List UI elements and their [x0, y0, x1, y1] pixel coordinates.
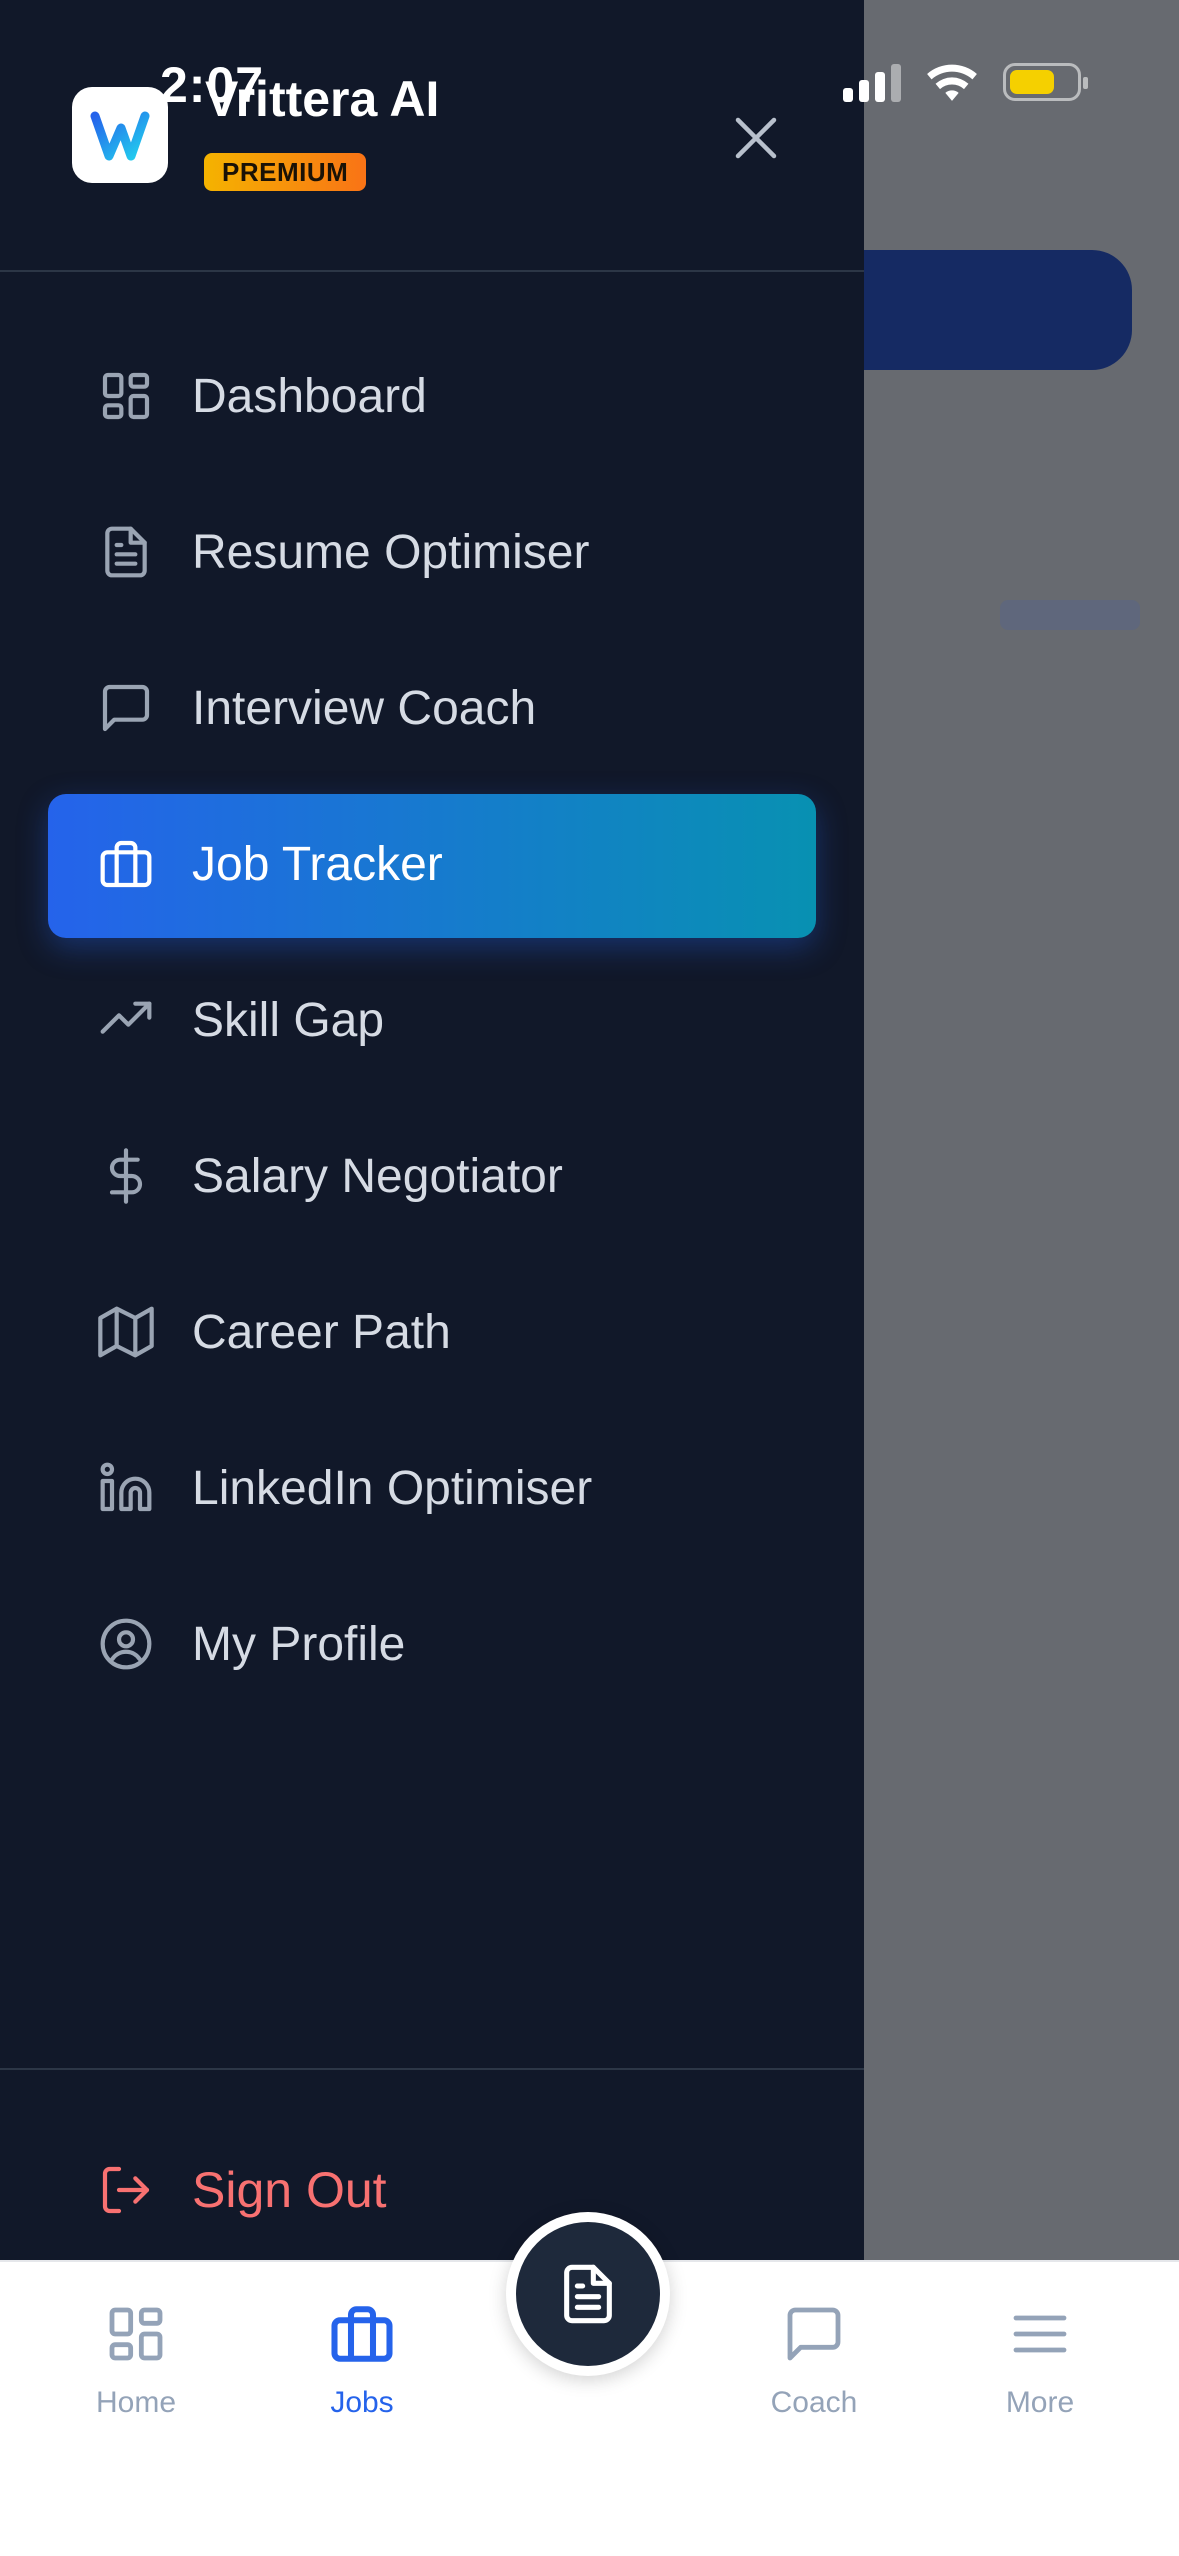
tab-label: Jobs [330, 2386, 394, 2419]
menu-item-label: Interview Coach [192, 681, 537, 735]
dollar-icon [96, 1146, 156, 1206]
navigation-drawer: Vrittera AI PREMIUM Dashboard Resume Opt… [0, 0, 864, 2260]
resume-fab-button[interactable] [506, 2212, 670, 2376]
menu-item-label: LinkedIn Optimiser [192, 1461, 593, 1515]
footer-divider [0, 2068, 864, 2070]
menu-item-skill-gap[interactable]: Skill Gap [0, 942, 864, 1098]
app-logo-icon [72, 87, 168, 183]
tab-label: Coach [770, 2386, 858, 2419]
cellular-signal-icon [843, 62, 901, 102]
sign-out-button[interactable]: Sign Out [0, 2115, 387, 2265]
dashboard-icon [96, 366, 156, 426]
tab-coach[interactable]: Coach [714, 2298, 914, 2420]
fab-inner [516, 2222, 660, 2366]
menu-item-dashboard[interactable]: Dashboard [0, 318, 864, 474]
briefcase-icon [96, 834, 156, 894]
menu-item-label: Dashboard [192, 369, 427, 423]
document-icon [564, 2264, 612, 2324]
menu-item-linkedin-optimiser[interactable]: LinkedIn Optimiser [0, 1410, 864, 1566]
tab-home[interactable]: Home [36, 2298, 236, 2420]
menu-item-label: Resume Optimiser [192, 525, 590, 579]
menu-item-career-path[interactable]: Career Path [0, 1254, 864, 1410]
menu-item-label: Skill Gap [192, 993, 385, 1047]
user-circle-icon [96, 1614, 156, 1674]
menu-item-label: Career Path [192, 1305, 451, 1359]
map-icon [96, 1302, 156, 1362]
drawer-menu: Dashboard Resume Optimiser Interview Coa… [0, 318, 864, 1722]
menu-item-interview-coach[interactable]: Interview Coach [0, 630, 864, 786]
tab-jobs[interactable]: Jobs [262, 2298, 462, 2420]
menu-icon [1004, 2298, 1076, 2370]
battery-icon [1003, 63, 1088, 101]
menu-item-label: Job Tracker [192, 837, 443, 891]
status-time: 2:07 [160, 57, 265, 113]
linkedin-icon [96, 1458, 156, 1518]
background-link [1000, 600, 1140, 630]
home-grid-icon [100, 2298, 172, 2370]
tab-more[interactable]: More [940, 2298, 1140, 2420]
trending-up-icon [96, 990, 156, 1050]
status-indicators [843, 62, 1088, 102]
tab-label: Home [95, 2386, 177, 2419]
logout-icon [96, 2160, 156, 2220]
screen: Vrittera AI PREMIUM Dashboard Resume Opt… [0, 0, 1179, 2556]
menu-item-label: My Profile [192, 1617, 406, 1671]
menu-item-job-tracker[interactable]: Job Tracker [0, 786, 864, 942]
header-divider [0, 270, 864, 272]
close-button[interactable] [722, 104, 790, 172]
menu-item-my-profile[interactable]: My Profile [0, 1566, 864, 1722]
menu-item-salary-negotiator[interactable]: Salary Negotiator [0, 1098, 864, 1254]
close-icon [735, 117, 777, 159]
tab-label: More [1005, 2386, 1075, 2419]
premium-badge: PREMIUM [204, 153, 367, 191]
wifi-icon [927, 64, 977, 101]
chat-bubble-icon [96, 678, 156, 738]
sign-out-label: Sign Out [192, 2162, 387, 2218]
chat-bubble-icon [778, 2298, 850, 2370]
menu-item-resume-optimiser[interactable]: Resume Optimiser [0, 474, 864, 630]
menu-item-label: Salary Negotiator [192, 1149, 563, 1203]
document-icon [96, 522, 156, 582]
briefcase-icon [326, 2298, 398, 2370]
